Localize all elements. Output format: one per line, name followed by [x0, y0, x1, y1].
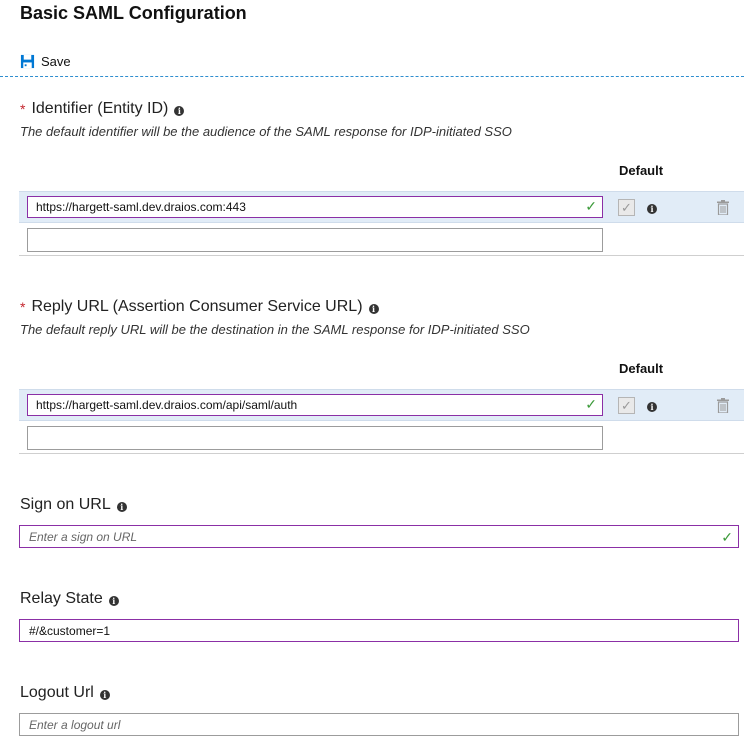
identifier-new-input[interactable]	[27, 228, 603, 252]
default-checkbox[interactable]: ✓	[618, 199, 635, 216]
reply-url-label-text: Reply URL (Assertion Consumer Service UR…	[31, 298, 363, 315]
sign-on-url-input[interactable]: Enter a sign on URL ✓	[19, 525, 739, 548]
toolbar-divider	[0, 76, 744, 77]
required-marker: *	[20, 101, 26, 117]
info-icon[interactable]: i	[647, 402, 657, 412]
divider	[19, 453, 744, 454]
required-marker: *	[20, 299, 26, 315]
logout-url-label-text: Logout Url	[20, 684, 94, 701]
logout-url-label: Logout Url i	[20, 684, 110, 702]
info-icon[interactable]: i	[174, 106, 185, 116]
info-icon[interactable]: i	[647, 204, 657, 214]
save-label: Save	[41, 53, 71, 69]
page-title: Basic SAML Configuration	[20, 3, 247, 23]
reply-url-description: The default reply URL will be the destin…	[20, 322, 530, 337]
identifier-row: https://hargett-saml.dev.draios.com:443 …	[19, 191, 744, 223]
reply-url-input[interactable]: https://hargett-saml.dev.draios.com/api/…	[27, 394, 603, 416]
reply-url-label: * Reply URL (Assertion Consumer Service …	[20, 298, 379, 316]
default-column-header: Default	[619, 361, 664, 376]
relay-state-label-text: Relay State	[20, 590, 103, 607]
default-checkbox[interactable]: ✓	[618, 397, 635, 414]
check-icon: ✓	[721, 529, 733, 545]
reply-url-new-input[interactable]	[27, 426, 603, 450]
sign-on-url-label: Sign on URL i	[20, 496, 127, 514]
reply-url-value: https://hargett-saml.dev.draios.com/api/…	[36, 398, 298, 412]
identifier-label-text: Identifier (Entity ID)	[31, 100, 169, 117]
save-button[interactable]: Save	[20, 52, 71, 70]
relay-state-label: Relay State i	[20, 590, 119, 608]
sign-on-url-placeholder: Enter a sign on URL	[29, 530, 138, 544]
relay-state-input[interactable]: #/&customer=1	[19, 619, 739, 642]
identifier-value: https://hargett-saml.dev.draios.com:443	[36, 200, 246, 214]
logout-url-placeholder: Enter a logout url	[29, 718, 121, 732]
default-column-header: Default	[619, 163, 664, 178]
save-icon	[20, 54, 35, 68]
sign-on-url-label-text: Sign on URL	[20, 496, 111, 513]
info-icon[interactable]: i	[368, 304, 379, 314]
info-icon[interactable]: i	[108, 596, 119, 606]
check-icon: ✓	[585, 198, 597, 214]
relay-state-value: #/&customer=1	[29, 624, 111, 638]
info-icon[interactable]: i	[99, 690, 110, 700]
reply-url-row: https://hargett-saml.dev.draios.com/api/…	[19, 389, 744, 421]
logout-url-input[interactable]: Enter a logout url	[19, 713, 739, 736]
identifier-description: The default identifier will be the audie…	[20, 124, 512, 139]
identifier-label: * Identifier (Entity ID) i	[20, 100, 185, 118]
trash-icon[interactable]	[717, 398, 729, 413]
check-icon: ✓	[585, 396, 597, 412]
trash-icon[interactable]	[717, 200, 729, 215]
divider	[19, 255, 744, 256]
identifier-input[interactable]: https://hargett-saml.dev.draios.com:443 …	[27, 196, 603, 218]
info-icon[interactable]: i	[116, 502, 127, 512]
